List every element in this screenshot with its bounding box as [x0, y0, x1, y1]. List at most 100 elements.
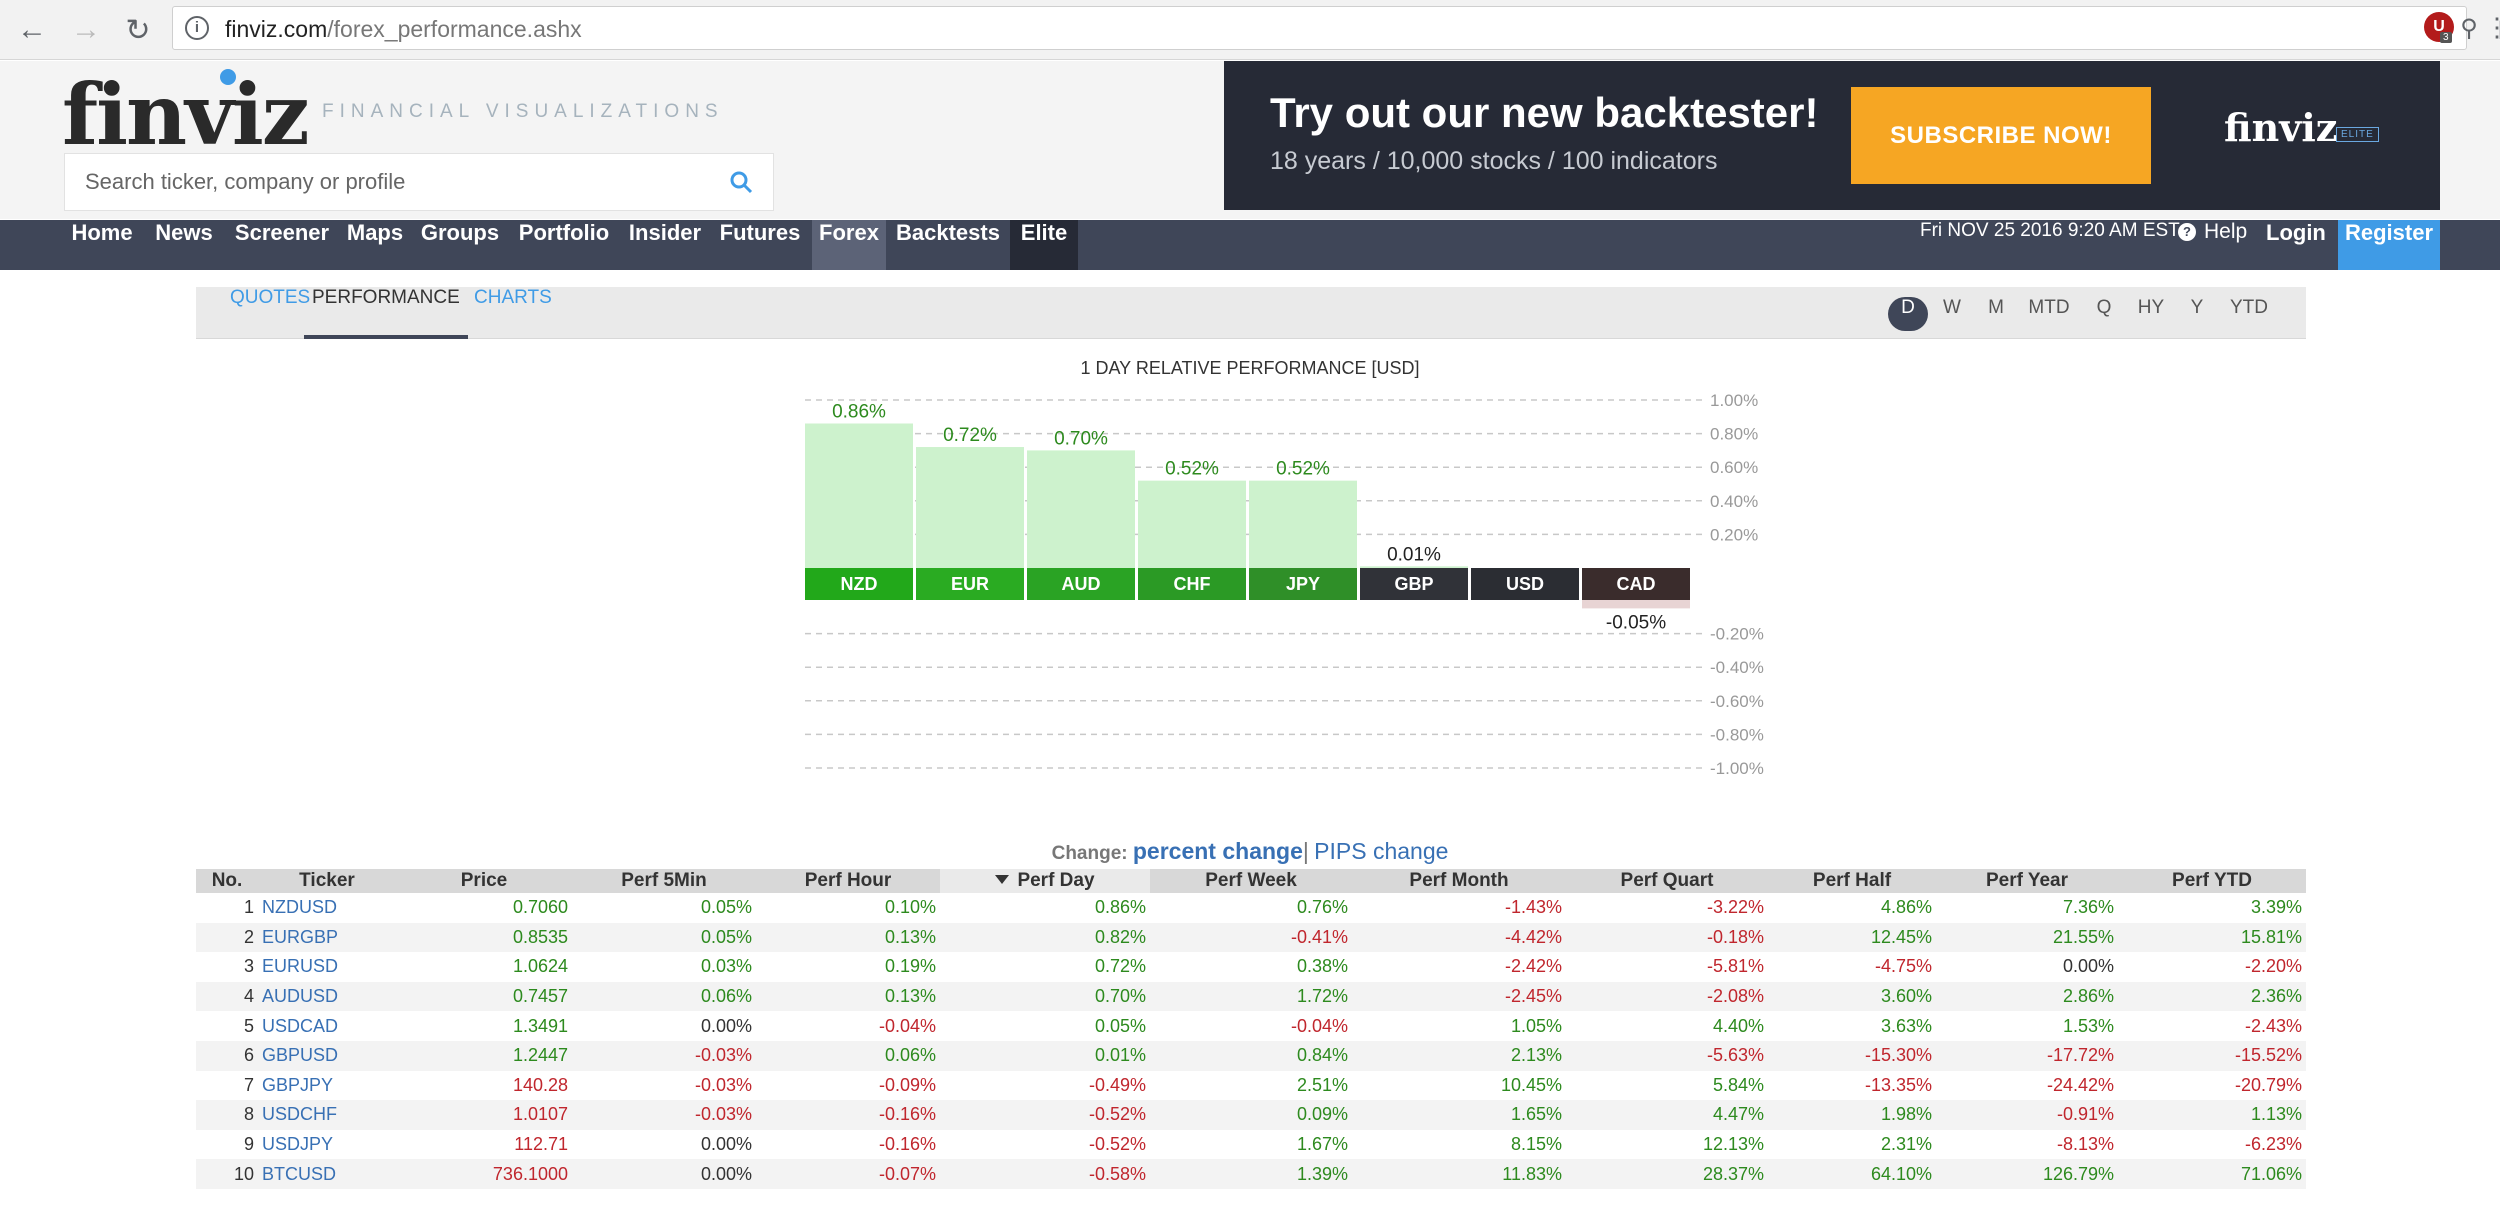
forex-performance-table: No. Ticker Price Perf 5Min Perf Hour Per… — [196, 869, 2306, 1189]
tab-quotes[interactable]: QUOTES — [230, 287, 310, 339]
ticker-link[interactable]: GBPJPY — [258, 1071, 396, 1101]
col-perf-ytd[interactable]: Perf YTD — [2118, 869, 2306, 893]
search-input[interactable] — [85, 166, 685, 198]
ticker-link[interactable]: NZDUSD — [258, 893, 396, 923]
table-row[interactable]: 1 NZDUSD 0.7060 0.05% 0.10% 0.86% 0.76% -1.43% -… — [196, 893, 2306, 923]
finviz-logo[interactable]: finviz — [62, 65, 310, 164]
bar — [805, 423, 913, 568]
perf-cell: 2.86% — [1936, 981, 2118, 1012]
pips-change-link[interactable]: PIPS change — [1314, 838, 1448, 864]
address-url[interactable]: finviz.com/forex_performance.ashx — [225, 16, 582, 43]
bar-value-label: 0.01% — [1387, 544, 1441, 565]
info-icon[interactable]: i — [185, 16, 209, 40]
ticker-link[interactable]: EURGBP — [258, 922, 396, 953]
register-button[interactable]: Register — [2338, 220, 2440, 270]
perf-cell: -0.52% — [940, 1100, 1150, 1130]
price-cell: 0.7457 — [396, 981, 572, 1012]
nav-groups[interactable]: Groups — [414, 220, 506, 270]
nav-insider[interactable]: Insider — [622, 220, 708, 270]
nav-maps[interactable]: Maps — [340, 220, 410, 270]
price-cell: 1.2447 — [396, 1040, 572, 1071]
table-row[interactable]: 9 USDJPY 112.71 0.00% -0.16% -0.52% 1.67% 8.15%… — [196, 1130, 2306, 1160]
perf-cell: 0.13% — [756, 981, 940, 1012]
col-perf-year[interactable]: Perf Year — [1936, 869, 2118, 893]
backtester-banner[interactable]: Try out our new backtester! 18 years / 1… — [1224, 61, 2440, 210]
table-row[interactable]: 6 GBPUSD 1.2447 -0.03% 0.06% 0.01% 0.84% 2.13% -… — [196, 1040, 2306, 1071]
ticker-link[interactable]: USDCAD — [258, 1011, 396, 1041]
col-perf-week[interactable]: Perf Week — [1150, 869, 1352, 893]
bar — [1582, 600, 1690, 609]
perf-cell: -0.03% — [572, 1040, 756, 1071]
perf-cell: -2.08% — [1566, 981, 1768, 1012]
nav-forex[interactable]: Forex — [812, 220, 886, 270]
ticker-link[interactable]: USDJPY — [258, 1130, 396, 1160]
perf-cell: 12.13% — [1702, 1134, 1764, 1155]
period-q[interactable]: Q — [2092, 297, 2116, 331]
col-perf-half[interactable]: Perf Half — [1768, 869, 1936, 893]
col-perf-month[interactable]: Perf Month — [1352, 869, 1566, 893]
back-arrow-icon[interactable]: ← — [12, 10, 52, 50]
perf-cell: 10.45% — [1500, 1074, 1562, 1095]
price-cell: 736.1000 — [396, 1159, 572, 1189]
perf-cell: -2.42% — [1504, 956, 1562, 977]
zoom-icon[interactable]: ⚲ — [2455, 15, 2483, 43]
bar — [1249, 480, 1357, 568]
period-mtd[interactable]: MTD — [2026, 297, 2072, 331]
table-row[interactable]: 4 AUDUSD 0.7457 0.06% 0.13% 0.70% 1.72% -2.45% -… — [196, 981, 2306, 1012]
address-bar[interactable]: i finviz.com/forex_performance.ashx ⚲ ▦ … — [172, 6, 2500, 50]
table-row[interactable]: 3 EURUSD 1.0624 0.03% 0.19% 0.72% 0.38% -2.42% -… — [196, 952, 2306, 982]
ticker-link[interactable]: BTCUSD — [258, 1159, 396, 1189]
col-perf-5min[interactable]: Perf 5Min — [572, 869, 756, 893]
period-m[interactable]: M — [1982, 297, 2010, 331]
table-row[interactable]: 5 USDCAD 1.3491 0.00% -0.04% 0.05% -0.04% 1.05%… — [196, 1011, 2306, 1041]
login-link[interactable]: Login — [2266, 220, 2326, 270]
site-header: finviz FINANCIAL VISUALIZATIONS Try out … — [0, 61, 2500, 219]
forward-arrow-icon[interactable]: → — [66, 10, 106, 50]
period-hy[interactable]: HY — [2134, 297, 2168, 331]
tab-charts[interactable]: CHARTS — [474, 287, 552, 339]
nav-backtests[interactable]: Backtests — [888, 220, 1008, 270]
nav-home[interactable]: Home — [62, 220, 142, 270]
col-perf-day[interactable]: Perf Day — [940, 869, 1150, 893]
ticker-link[interactable]: GBPUSD — [258, 1040, 396, 1071]
ticker-link[interactable]: EURUSD — [258, 952, 396, 982]
table-row[interactable]: 2 EURGBP 0.8535 0.05% 0.13% 0.82% -0.41% -4.42%… — [196, 922, 2306, 953]
period-y[interactable]: Y — [2186, 297, 2208, 331]
reload-icon[interactable]: ↻ — [118, 10, 158, 50]
bar-value-label: 0.72% — [943, 425, 997, 446]
perf-cell: 0.06% — [572, 981, 756, 1012]
table-row[interactable]: 8 USDCHF 1.0107 -0.03% -0.16% -0.52% 0.09% 1.65… — [196, 1100, 2306, 1130]
col-perf-hour[interactable]: Perf Hour — [756, 869, 940, 893]
perf-cell: 0.05% — [572, 922, 756, 953]
col-price[interactable]: Price — [396, 869, 572, 893]
search-icon[interactable] — [729, 170, 753, 194]
table-row[interactable]: 10 BTCUSD 736.1000 0.00% -0.07% -0.58% 1.39% 11… — [196, 1159, 2306, 1189]
perf-cell: 1.39% — [1150, 1159, 1352, 1189]
period-d[interactable]: D — [1888, 297, 1928, 331]
col-perf-quart[interactable]: Perf Quart — [1566, 869, 1768, 893]
tab-performance[interactable]: PERFORMANCE — [304, 287, 468, 339]
perf-cell: 1.53% — [2062, 1015, 2114, 1036]
nav-screener[interactable]: Screener — [226, 220, 338, 270]
ticker-link[interactable]: USDCHF — [258, 1100, 396, 1130]
col-no[interactable]: No. — [196, 869, 258, 893]
col-ticker[interactable]: Ticker — [258, 869, 396, 893]
subscribe-button[interactable]: SUBSCRIBE NOW! — [1851, 87, 2151, 184]
browser-menu-icon[interactable]: ⋮ — [2484, 12, 2500, 43]
percent-change-link[interactable]: percent change — [1133, 838, 1303, 864]
help-link[interactable]: ? Help — [2178, 220, 2247, 270]
table-row[interactable]: 7 GBPJPY 140.28 -0.03% -0.09% -0.49% 2.51% 10.4… — [196, 1071, 2306, 1101]
nav-news[interactable]: News — [146, 220, 222, 270]
period-ytd[interactable]: YTD — [2226, 297, 2272, 331]
help-icon: ? — [2178, 223, 2196, 241]
nav-elite[interactable]: Elite — [1010, 220, 1078, 270]
nav-futures[interactable]: Futures — [712, 220, 808, 270]
perf-cell: 4.40% — [1712, 1015, 1764, 1036]
perf-cell: 15.81% — [2118, 922, 2306, 953]
y-tick-label: 0.80% — [1710, 425, 1758, 444]
period-w[interactable]: W — [1938, 297, 1966, 331]
nav-portfolio[interactable]: Portfolio — [508, 220, 620, 270]
perf-cell: 3.39% — [2250, 897, 2302, 918]
perf-cell: 0.10% — [884, 897, 936, 918]
ticker-link[interactable]: AUDUSD — [258, 981, 396, 1012]
